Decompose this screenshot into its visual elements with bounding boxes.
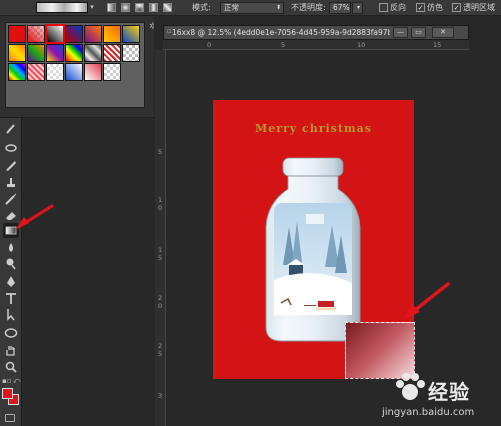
pen-icon[interactable] <box>3 274 19 289</box>
ruler-label: 0 <box>158 204 163 212</box>
reverse-label: 反向 <box>390 3 406 12</box>
transparency-label: 透明区域 <box>463 3 495 12</box>
watermark-brand: 经验 <box>428 380 470 404</box>
annotation-arrow-icon <box>15 204 54 230</box>
gradient-preset[interactable] <box>103 25 121 43</box>
opacity-label: 不透明度: <box>291 3 326 12</box>
quick-mask-icon[interactable] <box>5 414 15 422</box>
mode-label: 模式: <box>192 3 211 12</box>
default-colors-icon[interactable]: ▪▫ <box>2 377 12 385</box>
gradient-preset[interactable] <box>103 44 121 62</box>
baidu-paw-logo-icon <box>396 373 425 400</box>
gradient-preset[interactable] <box>65 63 83 81</box>
gradient-preset-grid <box>5 22 145 108</box>
gradient-preset[interactable] <box>122 25 140 43</box>
gradient-picker-panel: ✲ <box>0 16 161 118</box>
stamp-icon[interactable] <box>3 175 19 190</box>
ruler-label: 3 <box>158 392 163 400</box>
close-button[interactable]: ✕ <box>432 27 454 38</box>
gradient-preset-empty <box>122 63 140 81</box>
workspace-area <box>22 118 154 426</box>
gradient-preset[interactable] <box>27 25 45 43</box>
gradient-preset[interactable] <box>84 25 102 43</box>
linear-gradient-button[interactable] <box>107 3 116 12</box>
gradient-preset[interactable] <box>8 25 26 43</box>
horizontal-ruler: 0 5 10 15 <box>163 40 469 50</box>
brush-icon[interactable] <box>3 121 19 136</box>
gradient-preset[interactable] <box>27 63 45 81</box>
ruler-label: 1 <box>158 196 163 204</box>
blur-icon[interactable] <box>3 240 19 255</box>
ruler-label: 10 <box>357 41 366 49</box>
transparency-checkbox[interactable]: ✓ <box>452 3 461 12</box>
ellipse-icon[interactable] <box>3 325 19 340</box>
gradient-preset[interactable] <box>103 63 121 81</box>
watermark-url: jingyan.baidu.com <box>382 407 475 418</box>
reflected-gradient-button[interactable] <box>149 3 158 12</box>
ruler-label: 2 <box>158 342 163 350</box>
opacity-field-value: 67% <box>333 3 350 12</box>
dither-label: 仿色 <box>427 3 443 12</box>
hand-icon[interactable] <box>3 343 19 358</box>
mode-select[interactable]: 正常 ⬍ <box>220 2 284 14</box>
gradient-swatch[interactable] <box>36 2 88 13</box>
options-bar: ▾ 模式: 正常 ⬍ 不透明度: 67% ▾ 反向 ✓ 仿色 ✓ 透明区域 <box>0 0 501 16</box>
zoom-icon[interactable] <box>3 360 19 375</box>
gradient-preset[interactable] <box>8 63 26 81</box>
opacity-dropdown-button[interactable]: ▾ <box>352 2 363 14</box>
gradient-preset[interactable] <box>65 44 83 62</box>
ruler-label: 0 <box>158 302 163 310</box>
radial-gradient-button[interactable] <box>121 3 130 12</box>
foreground-color-swatch[interactable] <box>2 388 13 399</box>
minimize-button[interactable]: — <box>393 27 408 38</box>
path-select-icon[interactable] <box>3 307 19 322</box>
gradient-preset-selected[interactable] <box>45 24 65 44</box>
gradient-preset[interactable] <box>46 44 64 62</box>
gradient-preset[interactable] <box>84 63 102 81</box>
ruler-label: 1 <box>158 246 163 254</box>
ruler-label: 15 <box>433 41 442 49</box>
ruler-label: 5 <box>158 148 163 156</box>
ruler-label: 5 <box>158 350 163 358</box>
chevron-up-down-icon: ⬍ <box>275 4 281 11</box>
gradient-dropdown-arrow-icon[interactable]: ▾ <box>88 1 96 14</box>
reverse-checkbox[interactable] <box>379 3 388 12</box>
text-icon[interactable] <box>3 291 19 306</box>
vertical-ruler: 5 1 0 1 5 2 0 2 5 3 <box>155 50 166 426</box>
pencil-icon[interactable] <box>3 158 19 173</box>
baidu-jingyan-watermark: 经验 jingyan.baidu.com <box>372 368 500 426</box>
gradient-preset[interactable] <box>8 44 26 62</box>
diamond-gradient-button[interactable] <box>163 3 172 12</box>
ruler-label: 5 <box>158 254 163 262</box>
gradient-preset[interactable] <box>27 44 45 62</box>
ruler-label: 5 <box>281 41 286 49</box>
milk-bottle-illustration <box>265 157 361 342</box>
poster-title: Merry christmas <box>255 122 372 135</box>
document-title: 16xx8 @ 12.5% (4edd0e1e-7056-4d45-959a-9… <box>172 28 390 37</box>
restore-button[interactable]: ▭ <box>411 27 426 38</box>
annotation-arrow-icon <box>403 282 450 320</box>
mode-select-value: 正常 <box>224 3 239 12</box>
document-tab[interactable]: ▫ 16xx8 @ 12.5% (4edd0e1e-7056-4d45-959a… <box>163 25 469 40</box>
opacity-field[interactable]: 67% <box>329 2 351 14</box>
ruler-label: 2 <box>158 294 163 302</box>
gradient-preset[interactable] <box>65 25 83 43</box>
gradient-preset[interactable] <box>122 44 140 62</box>
dodge-icon[interactable] <box>3 256 19 271</box>
gradient-preset[interactable] <box>84 44 102 62</box>
dither-checkbox[interactable]: ✓ <box>416 3 425 12</box>
chevron-down-icon: ▾ <box>356 4 360 11</box>
angle-gradient-button[interactable] <box>135 3 144 12</box>
ruler-label: 0 <box>207 41 212 49</box>
gradient-preset[interactable] <box>46 63 64 81</box>
patch-icon[interactable] <box>3 140 19 155</box>
tools-panel: ▪▫ ⤺ <box>0 118 22 426</box>
swap-colors-icon[interactable]: ⤺ <box>13 377 20 386</box>
